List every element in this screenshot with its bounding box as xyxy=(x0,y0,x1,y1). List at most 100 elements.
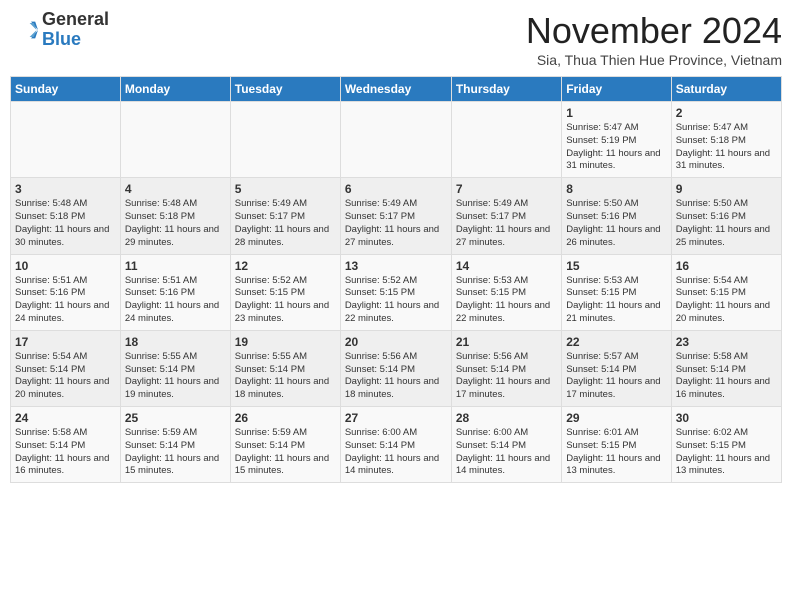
day-cell: 19 Sunrise: 5:55 AM Sunset: 5:14 PM Dayli… xyxy=(230,330,340,406)
col-header-saturday: Saturday xyxy=(671,77,781,102)
day-number: 25 xyxy=(125,411,226,425)
week-row-5: 24Sunrise: 5:58 AM Sunset: 5:14 PM Dayli… xyxy=(11,407,782,483)
day-number: 1 xyxy=(566,106,666,120)
day-cell: 23 Sunrise: 5:58 AM Sunset: 5:14 PM Dayli… xyxy=(671,330,781,406)
day-info: Sunrise: 6:00 AM Sunset: 5:14 PM Dayligh… xyxy=(456,427,557,478)
day-cell: 30Sunrise: 6:02 AM Sunset: 5:15 PM Dayli… xyxy=(671,407,781,483)
day-info: Sunrise: 5:55 AM Sunset: 5:14 PM Dayligh… xyxy=(235,351,336,402)
calendar-table: SundayMondayTuesdayWednesdayThursdayFrid… xyxy=(10,76,782,483)
day-cell: 14Sunrise: 5:53 AM Sunset: 5:15 PM Dayli… xyxy=(451,254,561,330)
day-info: Sunrise: 6:02 AM Sunset: 5:15 PM Dayligh… xyxy=(676,427,777,478)
day-cell xyxy=(230,102,340,178)
day-cell: 4 Sunrise: 5:48 AM Sunset: 5:18 PM Daylig… xyxy=(120,178,230,254)
logo-icon xyxy=(10,16,38,44)
day-number: 4 xyxy=(125,182,226,196)
day-number: 5 xyxy=(235,182,336,196)
day-cell: 20 Sunrise: 5:56 AM Sunset: 5:14 PM Dayli… xyxy=(340,330,451,406)
day-cell: 29Sunrise: 6:01 AM Sunset: 5:15 PM Dayli… xyxy=(562,407,671,483)
day-info: Sunrise: 5:47 AM Sunset: 5:18 PM Dayligh… xyxy=(676,122,777,173)
day-cell: 6 Sunrise: 5:49 AM Sunset: 5:17 PM Daylig… xyxy=(340,178,451,254)
day-cell: 18 Sunrise: 5:55 AM Sunset: 5:14 PM Dayli… xyxy=(120,330,230,406)
day-info: Sunrise: 5:58 AM Sunset: 5:14 PM Dayligh… xyxy=(676,351,777,402)
day-cell: 28 Sunrise: 6:00 AM Sunset: 5:14 PM Dayli… xyxy=(451,407,561,483)
day-cell: 17 Sunrise: 5:54 AM Sunset: 5:14 PM Dayli… xyxy=(11,330,121,406)
day-cell: 10 Sunrise: 5:51 AM Sunset: 5:16 PM Dayli… xyxy=(11,254,121,330)
day-cell: 9 Sunrise: 5:50 AM Sunset: 5:16 PM Daylig… xyxy=(671,178,781,254)
week-row-1: 1 Sunrise: 5:47 AM Sunset: 5:19 PM Daylig… xyxy=(11,102,782,178)
day-number: 9 xyxy=(676,182,777,196)
day-number: 27 xyxy=(345,411,447,425)
page-header: General Blue November 2024 Sia, Thua Thi… xyxy=(10,10,782,68)
day-info: Sunrise: 5:50 AM Sunset: 5:16 PM Dayligh… xyxy=(676,198,777,249)
logo-blue: Blue xyxy=(42,30,109,50)
day-number: 16 xyxy=(676,259,777,273)
day-cell: 3 Sunrise: 5:48 AM Sunset: 5:18 PM Daylig… xyxy=(11,178,121,254)
day-cell: 2Sunrise: 5:47 AM Sunset: 5:18 PM Daylig… xyxy=(671,102,781,178)
day-number: 7 xyxy=(456,182,557,196)
day-cell: 8Sunrise: 5:50 AM Sunset: 5:16 PM Daylig… xyxy=(562,178,671,254)
day-number: 17 xyxy=(15,335,116,349)
day-cell: 5 Sunrise: 5:49 AM Sunset: 5:17 PM Daylig… xyxy=(230,178,340,254)
day-cell: 22Sunrise: 5:57 AM Sunset: 5:14 PM Dayli… xyxy=(562,330,671,406)
day-info: Sunrise: 5:49 AM Sunset: 5:17 PM Dayligh… xyxy=(345,198,447,249)
day-info: Sunrise: 5:48 AM Sunset: 5:18 PM Dayligh… xyxy=(15,198,116,249)
day-info: Sunrise: 5:52 AM Sunset: 5:15 PM Dayligh… xyxy=(345,275,447,326)
day-number: 10 xyxy=(15,259,116,273)
day-info: Sunrise: 6:00 AM Sunset: 5:14 PM Dayligh… xyxy=(345,427,447,478)
location-label: Sia, Thua Thien Hue Province, Vietnam xyxy=(526,52,782,68)
day-number: 12 xyxy=(235,259,336,273)
day-cell xyxy=(120,102,230,178)
day-number: 20 xyxy=(345,335,447,349)
logo-text: General Blue xyxy=(42,10,109,50)
day-cell: 15 Sunrise: 5:53 AM Sunset: 5:15 PM Dayli… xyxy=(562,254,671,330)
day-cell: 26 Sunrise: 5:59 AM Sunset: 5:14 PM Dayli… xyxy=(230,407,340,483)
day-cell xyxy=(11,102,121,178)
day-info: Sunrise: 5:57 AM Sunset: 5:14 PM Dayligh… xyxy=(566,351,666,402)
day-cell: 21 Sunrise: 5:56 AM Sunset: 5:14 PM Dayli… xyxy=(451,330,561,406)
day-info: Sunrise: 5:48 AM Sunset: 5:18 PM Dayligh… xyxy=(125,198,226,249)
day-number: 18 xyxy=(125,335,226,349)
day-info: Sunrise: 5:53 AM Sunset: 5:15 PM Dayligh… xyxy=(456,275,557,326)
day-number: 8 xyxy=(566,182,666,196)
day-info: Sunrise: 5:49 AM Sunset: 5:17 PM Dayligh… xyxy=(235,198,336,249)
day-info: Sunrise: 5:56 AM Sunset: 5:14 PM Dayligh… xyxy=(345,351,447,402)
title-block: November 2024 Sia, Thua Thien Hue Provin… xyxy=(526,10,782,68)
day-info: Sunrise: 5:52 AM Sunset: 5:15 PM Dayligh… xyxy=(235,275,336,326)
day-number: 19 xyxy=(235,335,336,349)
day-cell: 27 Sunrise: 6:00 AM Sunset: 5:14 PM Dayli… xyxy=(340,407,451,483)
day-number: 13 xyxy=(345,259,447,273)
col-header-monday: Monday xyxy=(120,77,230,102)
day-number: 21 xyxy=(456,335,557,349)
day-info: Sunrise: 5:54 AM Sunset: 5:14 PM Dayligh… xyxy=(15,351,116,402)
day-cell: 24Sunrise: 5:58 AM Sunset: 5:14 PM Dayli… xyxy=(11,407,121,483)
day-number: 6 xyxy=(345,182,447,196)
day-cell xyxy=(451,102,561,178)
day-cell: 25 Sunrise: 5:59 AM Sunset: 5:14 PM Dayli… xyxy=(120,407,230,483)
day-info: Sunrise: 5:51 AM Sunset: 5:16 PM Dayligh… xyxy=(15,275,116,326)
day-number: 28 xyxy=(456,411,557,425)
col-header-wednesday: Wednesday xyxy=(340,77,451,102)
day-info: Sunrise: 5:56 AM Sunset: 5:14 PM Dayligh… xyxy=(456,351,557,402)
day-cell xyxy=(340,102,451,178)
day-cell: 11Sunrise: 5:51 AM Sunset: 5:16 PM Dayli… xyxy=(120,254,230,330)
day-info: Sunrise: 5:55 AM Sunset: 5:14 PM Dayligh… xyxy=(125,351,226,402)
day-cell: 13 Sunrise: 5:52 AM Sunset: 5:15 PM Dayli… xyxy=(340,254,451,330)
day-info: Sunrise: 5:53 AM Sunset: 5:15 PM Dayligh… xyxy=(566,275,666,326)
col-header-thursday: Thursday xyxy=(451,77,561,102)
day-number: 23 xyxy=(676,335,777,349)
day-info: Sunrise: 5:47 AM Sunset: 5:19 PM Dayligh… xyxy=(566,122,666,173)
col-header-tuesday: Tuesday xyxy=(230,77,340,102)
day-info: Sunrise: 5:51 AM Sunset: 5:16 PM Dayligh… xyxy=(125,275,226,326)
day-cell: 7 Sunrise: 5:49 AM Sunset: 5:17 PM Daylig… xyxy=(451,178,561,254)
col-header-friday: Friday xyxy=(562,77,671,102)
day-info: Sunrise: 5:59 AM Sunset: 5:14 PM Dayligh… xyxy=(125,427,226,478)
day-info: Sunrise: 5:59 AM Sunset: 5:14 PM Dayligh… xyxy=(235,427,336,478)
day-number: 29 xyxy=(566,411,666,425)
day-number: 3 xyxy=(15,182,116,196)
week-row-4: 17 Sunrise: 5:54 AM Sunset: 5:14 PM Dayli… xyxy=(11,330,782,406)
day-number: 26 xyxy=(235,411,336,425)
day-info: Sunrise: 5:49 AM Sunset: 5:17 PM Dayligh… xyxy=(456,198,557,249)
day-number: 15 xyxy=(566,259,666,273)
day-number: 24 xyxy=(15,411,116,425)
logo-general: General xyxy=(42,10,109,30)
